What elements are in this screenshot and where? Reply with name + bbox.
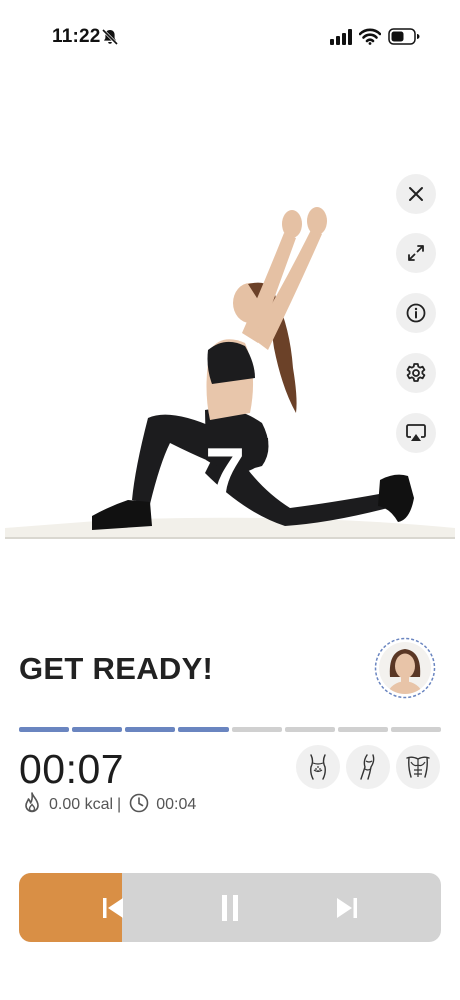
airplay-button[interactable] (396, 413, 436, 453)
leg-muscle-icon (360, 754, 375, 780)
progress-segment (284, 727, 335, 732)
calories-value: 0.00 kcal (49, 796, 114, 813)
exercise-video[interactable]: 7 (0, 88, 460, 543)
next-icon (337, 897, 357, 918)
battery-icon (388, 28, 420, 50)
next-button[interactable] (317, 873, 377, 942)
fullscreen-button[interactable] (396, 233, 436, 273)
leg-muscle-button[interactable] (346, 745, 390, 789)
status-time: 11:22 (52, 26, 101, 47)
hip-muscle-button[interactable] (296, 745, 340, 789)
progress-segment (231, 727, 282, 732)
countdown-number: 7 (205, 434, 246, 514)
airplay-icon (406, 424, 426, 441)
close-icon (409, 187, 423, 201)
bell-slash-icon (101, 28, 119, 51)
exercise-timer: 00:07 (19, 746, 125, 792)
exercise-title: GET READY! (19, 651, 214, 686)
status-bar: 11:22 (0, 0, 460, 76)
stats-separator: | (117, 796, 122, 813)
chest-muscle-icon (406, 756, 430, 778)
workout-progress (19, 727, 441, 732)
previous-button[interactable] (83, 873, 143, 942)
progress-segment (178, 727, 229, 732)
info-button[interactable] (396, 293, 436, 333)
close-button[interactable] (396, 174, 436, 214)
pause-button[interactable] (200, 873, 260, 942)
expand-icon (408, 245, 424, 261)
settings-icon (406, 363, 426, 382)
chest-muscle-button[interactable] (396, 745, 440, 789)
progress-segment (337, 727, 388, 732)
info-icon (406, 303, 426, 323)
signal-icon (330, 29, 354, 50)
progress-segment (19, 727, 70, 732)
coach-avatar[interactable] (374, 637, 436, 699)
duration-value: 00:04 (156, 796, 197, 813)
wifi-icon (358, 28, 382, 50)
flame-icon (22, 791, 42, 819)
hip-muscle-icon (310, 754, 326, 780)
clock-icon (129, 793, 149, 818)
progress-segment (72, 727, 123, 732)
progress-segment (390, 727, 441, 732)
workout-stats: 0.00 kcal | 00:04 (22, 791, 197, 819)
pause-icon (222, 894, 238, 921)
settings-button[interactable] (396, 353, 436, 393)
playback-controls (19, 873, 441, 942)
progress-segment (125, 727, 176, 732)
previous-icon (103, 897, 123, 918)
